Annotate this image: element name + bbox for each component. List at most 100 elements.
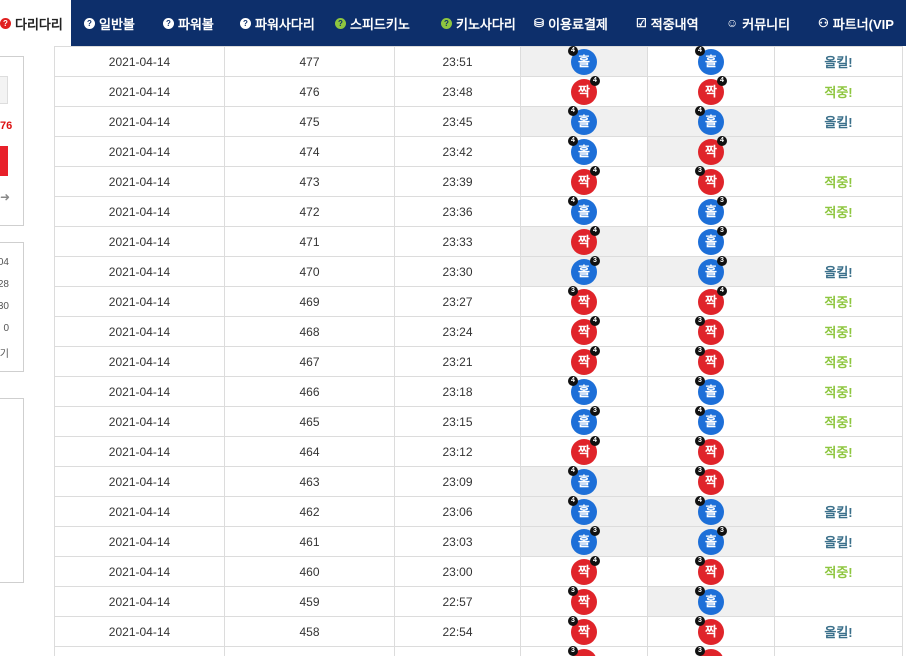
question-icon: ?: [0, 17, 11, 29]
row-round: 461: [224, 526, 395, 557]
row-hit-cell: 적중!: [774, 346, 903, 377]
odd-ball: 홀3: [695, 585, 724, 615]
hit-status: 적중!: [824, 175, 853, 190]
row-hit-cell: 적중!: [774, 76, 903, 107]
question-icon: ?: [163, 17, 174, 29]
tab-nav-item[interactable]: ⛁ 이용료결제: [521, 0, 623, 46]
ball-label: 짝: [578, 83, 590, 99]
row-round: 459: [224, 586, 395, 617]
ball-badge: 3: [695, 645, 705, 656]
ball-label: 홀: [705, 263, 717, 279]
row-time: 23:09: [394, 466, 521, 497]
hit-status: 적중!: [824, 445, 853, 460]
row-pick: 홀3: [647, 525, 775, 557]
tab-nav-item[interactable]: ? 일반볼: [71, 0, 150, 46]
question-icon: ?: [441, 17, 452, 29]
row-pick: 짝4: [647, 75, 775, 107]
ball-label: 짝: [578, 563, 590, 579]
tab-nav-item[interactable]: ? 키노사다리: [428, 0, 521, 46]
odd-ball: 홀3: [695, 375, 724, 405]
ball-badge: 4: [568, 465, 578, 476]
row-hit-cell: [774, 586, 903, 617]
row-time: 22:54: [394, 616, 521, 647]
ball-label: 홀: [578, 503, 590, 519]
table-row: 2021-04-14 465 23:15 홀 3 홀 4 적중!: [54, 405, 903, 437]
tab-dari-dari[interactable]: ? 다리다리: [0, 0, 71, 46]
even-ball: 3: [695, 645, 724, 656]
row-round: 464: [224, 436, 395, 467]
hit-status: 올킬!: [824, 505, 853, 520]
row-pick: 짝4: [647, 135, 775, 167]
row-time: 23:48: [394, 76, 521, 107]
tab-nav-item[interactable]: ? 파워사다리: [227, 0, 322, 46]
row-result: 짝3: [520, 285, 648, 317]
row-time: 22:57: [394, 586, 521, 617]
odd-ball: 홀4: [568, 195, 597, 225]
nav-item-label: 이용료결제: [548, 16, 608, 32]
even-ball: 3: [568, 645, 597, 656]
smiley-icon: ☺: [726, 16, 739, 30]
question-icon: ?: [84, 17, 95, 29]
row-date: 2021-04-14: [54, 196, 225, 227]
hit-status: 적중!: [824, 565, 853, 580]
odd-ball: 홀4: [568, 465, 597, 495]
row-round: 473: [224, 166, 395, 197]
row-pick: 홀3: [647, 225, 775, 257]
row-pick: 짝3: [647, 615, 775, 647]
row-pick: 짝3: [647, 555, 775, 587]
row-time: 23:03: [394, 526, 521, 557]
table-row: 2021-04-14 466 23:18 홀 4 홀 3 적중!: [54, 375, 903, 407]
row-hit-cell: [774, 646, 903, 656]
row-pick: 홀4: [647, 45, 775, 77]
ball-badge: 4: [717, 285, 727, 296]
even-ball: 짝4: [698, 75, 727, 105]
row-time: 23:24: [394, 316, 521, 347]
odd-ball: 홀4: [568, 135, 597, 165]
nav-item-label: 다리다리: [15, 16, 63, 32]
sidebar-stat: 28: [0, 279, 9, 290]
ball-badge: 4: [590, 435, 600, 446]
ball-badge: 3: [568, 585, 578, 596]
ball-badge: 4: [717, 75, 727, 86]
table-row: 2021-04-14 459 22:57 짝 3 홀 3: [54, 585, 903, 617]
row-hit-cell: 적중!: [774, 436, 903, 467]
ball-label: 홀: [578, 473, 590, 489]
hit-status: 적중!: [824, 85, 853, 100]
ball-label: 짝: [578, 293, 590, 309]
row-date: 2021-04-14: [54, 586, 225, 617]
arrow-right-icon[interactable]: ➜: [0, 190, 10, 204]
tab-nav-item[interactable]: ☑ 적중내역: [623, 0, 713, 46]
row-result: 짝4: [520, 315, 648, 347]
table-row: 2021-04-14 463 23:09 홀 4 짝 3: [54, 465, 903, 497]
odd-ball: 홀4: [695, 405, 724, 435]
odd-ball: 홀4: [695, 495, 724, 525]
row-pick: 홀4: [647, 105, 775, 137]
row-time: 23:33: [394, 226, 521, 257]
row-date: 2021-04-14: [54, 286, 225, 317]
ball-badge: 4: [717, 135, 727, 146]
ball-label: 짝: [705, 563, 717, 579]
sidebar-red-button[interactable]: [0, 146, 8, 176]
table-row: 2021-04-14 467 23:21 짝 4 짝 3 적중!: [54, 345, 903, 377]
row-pick: 홀4: [647, 495, 775, 527]
ball-label: 짝: [578, 353, 590, 369]
row-result: 홀3: [520, 525, 648, 557]
tab-nav-item[interactable]: ? 스피드키노: [322, 0, 428, 46]
top-nav: ? 다리다리 ? 일반볼? 파워볼? 파워사다리? 스피드키노? 키노사다리 ⛁ 이용료결제 ☑ 적중…: [0, 0, 906, 46]
even-ball: 짝3: [695, 435, 724, 465]
ball-label: 홀: [578, 53, 590, 69]
tab-nav-item[interactable]: ? 파워볼: [150, 0, 227, 46]
tab-nav-item[interactable]: ⚇ 파트너(VIP: [805, 0, 900, 46]
even-ball: 짝3: [695, 165, 724, 195]
ball-badge: 3: [590, 255, 600, 266]
row-round: 474: [224, 136, 395, 167]
table-row: 2021-04-14 475 23:45 홀 4 홀 4 올킬!: [54, 105, 903, 137]
tab-nav-item[interactable]: ☺ 커뮤니티: [713, 0, 805, 46]
ball-badge: 3: [695, 555, 705, 566]
hit-status: 올킬!: [824, 265, 853, 280]
even-ball: 짝4: [571, 555, 600, 585]
sidebar-input[interactable]: [0, 76, 8, 104]
row-date: 2021-04-14: [54, 406, 225, 437]
row-date: 2021-04-14: [54, 46, 225, 77]
even-ball: 짝4: [571, 435, 600, 465]
